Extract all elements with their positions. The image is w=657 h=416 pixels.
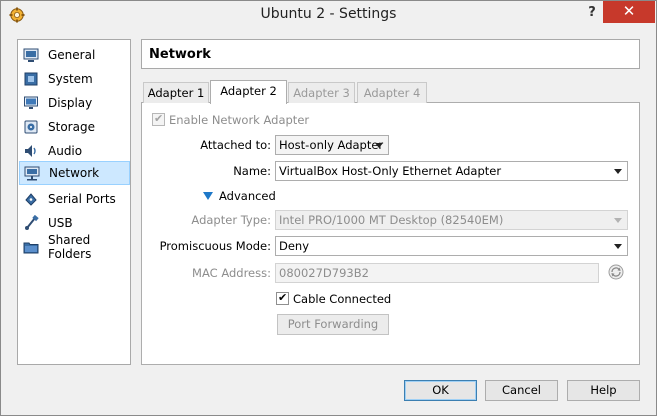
sidebar-item-label: Display [48, 96, 93, 110]
sidebar-item-label: Shared Folders [48, 233, 92, 261]
sidebar-item-label: General [48, 48, 96, 62]
name-value: VirtualBox Host-Only Ethernet Adapter [279, 164, 502, 178]
audio-icon [25, 145, 36, 157]
help-button[interactable]: Help [567, 380, 640, 401]
adapter-type-select[interactable]: Intel PRO/1000 MT Desktop (82540EM) [275, 210, 628, 230]
sidebar-item-label: Serial Ports [48, 192, 116, 206]
chevron-down-icon [614, 218, 622, 223]
chevron-down-icon [614, 169, 622, 174]
mac-address-field[interactable]: 080027D793B2 [275, 263, 599, 283]
sidebar-item-audio[interactable]: Audio [19, 139, 130, 163]
title-help-button[interactable]: ? [581, 3, 603, 23]
shared-folders-icon [23, 242, 39, 254]
cable-connected-label: Cable Connected [293, 292, 392, 306]
attached-to-select[interactable]: Host-only Adapter [275, 135, 389, 155]
cable-connected-checkbox[interactable]: ✔ [276, 291, 289, 305]
attached-to-value: Host-only Adapter [279, 138, 384, 152]
adapter-type-label: Adapter Type: [191, 213, 271, 227]
checkmark-icon: ✔ [278, 291, 288, 304]
sidebar-item-label: System [48, 72, 93, 86]
adapter-type-value: Intel PRO/1000 MT Desktop (82540EM) [279, 213, 504, 227]
sidebar-item-serial-ports[interactable]: Serial Ports [19, 187, 130, 211]
storage-icon [24, 120, 38, 134]
sidebar-item-shared-folders[interactable]: Shared Folders [19, 233, 130, 261]
serial-ports-icon [25, 193, 37, 206]
mac-address-label: MAC Address: [192, 266, 271, 280]
expand-triangle-icon[interactable] [202, 190, 214, 202]
cancel-button[interactable]: Cancel [485, 380, 558, 401]
sidebar-item-system[interactable]: System [19, 67, 130, 91]
tab-adapter-1[interactable]: Adapter 1 [143, 82, 209, 103]
chevron-down-icon [614, 244, 622, 249]
name-select[interactable]: VirtualBox Host-Only Ethernet Adapter [275, 161, 628, 181]
window-title: Ubuntu 2 - Settings [260, 6, 397, 22]
promiscuous-mode-value: Deny [279, 239, 310, 253]
promiscuous-mode-select[interactable]: Deny [275, 236, 628, 256]
usb-icon [25, 215, 39, 230]
enable-adapter-checkbox[interactable]: ✔ [152, 112, 165, 126]
sidebar-item-label: USB [48, 216, 73, 230]
close-button[interactable]: ✕ [603, 1, 655, 23]
sidebar-item-storage[interactable]: Storage [19, 115, 130, 139]
enable-adapter-label: Enable Network Adapter [169, 113, 310, 127]
network-icon [24, 166, 40, 181]
promiscuous-mode-label: Promiscuous Mode: [159, 239, 271, 253]
sidebar-item-general[interactable]: General [19, 43, 130, 67]
general-icon [23, 48, 39, 62]
chevron-down-icon [375, 143, 383, 148]
settings-sidebar: General System Display Storage Audio Net… [17, 39, 131, 365]
name-label: Name: [233, 164, 271, 178]
settings-window: Ubuntu 2 - Settings ? ✕ General System D… [0, 0, 657, 416]
attached-to-label: Attached to: [200, 138, 271, 152]
port-forwarding-button[interactable]: Port Forwarding [277, 314, 389, 335]
advanced-toggle[interactable]: Advanced [219, 189, 276, 203]
title-bar[interactable]: Ubuntu 2 - Settings ? ✕ [1, 1, 656, 31]
tab-adapter-4[interactable]: Adapter 4 [357, 82, 427, 103]
sidebar-item-usb[interactable]: USB [19, 211, 130, 235]
refresh-mac-icon[interactable] [607, 263, 625, 281]
system-icon [24, 72, 38, 86]
sidebar-item-display[interactable]: Display [19, 91, 130, 115]
page-title: Network [149, 47, 211, 62]
tab-adapter-3[interactable]: Adapter 3 [288, 82, 355, 103]
ok-button[interactable]: OK [404, 380, 477, 401]
tab-adapter-2[interactable]: Adapter 2 [210, 80, 287, 104]
sidebar-item-label: Network [49, 166, 100, 180]
section-header: Network [141, 39, 640, 69]
checkmark-icon: ✔ [154, 112, 164, 125]
display-icon [24, 96, 38, 109]
sidebar-item-network[interactable]: Network [19, 161, 130, 185]
sidebar-item-label: Audio [48, 144, 83, 158]
sidebar-item-label: Storage [48, 120, 95, 134]
